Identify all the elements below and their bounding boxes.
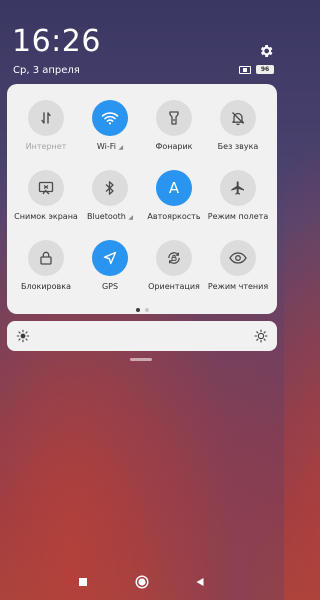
- tile-screenshot[interactable]: Снимок экрана: [11, 170, 81, 221]
- tile-internet-button[interactable]: [28, 100, 64, 136]
- tile-bluetooth-label: Bluetooth ◢: [87, 212, 133, 221]
- tile-bluetooth-button[interactable]: [92, 170, 128, 206]
- screenshot-icon: [38, 181, 54, 195]
- page-dot-1[interactable]: [135, 308, 140, 312]
- home-circle-icon: [135, 575, 149, 589]
- tile-auto-brightness[interactable]: A Автояркость: [139, 170, 209, 221]
- tile-flashlight[interactable]: Фонарик: [139, 100, 209, 151]
- square-icon: [79, 578, 87, 586]
- tile-flashlight-label: Фонарик: [155, 142, 193, 151]
- auto-brightness-icon: A: [168, 179, 180, 197]
- tile-orientation-button[interactable]: [156, 240, 192, 276]
- tile-airplane-label: Режим полета: [207, 212, 269, 221]
- brightness-slider[interactable]: [7, 321, 277, 351]
- lock-icon: [40, 251, 52, 265]
- bell-off-icon: [232, 112, 244, 126]
- tile-flashlight-button[interactable]: [156, 100, 192, 136]
- tile-airplane-button[interactable]: [220, 170, 256, 206]
- clock: 16:26: [12, 24, 101, 59]
- back-triangle-icon: [196, 578, 204, 586]
- tile-reading-mode-button[interactable]: [220, 240, 256, 276]
- flashlight-icon: [169, 111, 179, 125]
- status-icons: 96: [239, 65, 274, 74]
- back-button[interactable]: [192, 574, 208, 590]
- bluetooth-icon: [105, 181, 114, 195]
- tile-wifi-label: Wi-Fi ◢: [97, 142, 123, 151]
- tile-lock-label: Блокировка: [21, 282, 71, 291]
- tile-wifi-button[interactable]: [92, 100, 128, 136]
- tile-screenshot-label: Снимок экрана: [14, 212, 78, 221]
- location-icon: [103, 251, 117, 265]
- tile-gps-label: GPS: [101, 282, 119, 291]
- signal-strength-icon: ◢: [128, 214, 133, 221]
- tile-screenshot-button[interactable]: [28, 170, 64, 206]
- panel-drag-handle[interactable]: [130, 358, 152, 361]
- tile-reading-mode-label: Режим чтения: [207, 282, 269, 291]
- tile-airplane[interactable]: Режим полета: [203, 170, 273, 221]
- tile-silent[interactable]: Без звука: [203, 100, 273, 151]
- tile-bluetooth[interactable]: Bluetooth ◢: [75, 170, 145, 221]
- tile-lock[interactable]: Блокировка: [11, 240, 81, 291]
- recents-button[interactable]: [75, 574, 91, 590]
- page-indicator: [7, 308, 277, 312]
- quick-settings-panel: Интернет Wi-Fi ◢ Фонарик Без звука Снимо…: [7, 84, 277, 314]
- tile-gps[interactable]: GPS: [75, 240, 145, 291]
- signal-strength-icon: ◢: [118, 144, 124, 151]
- sim-card-icon: [239, 65, 251, 74]
- tile-bluetooth-label-text: Bluetooth: [86, 212, 126, 221]
- page-dot-2[interactable]: [144, 308, 149, 312]
- mobile-data-icon: [41, 112, 51, 124]
- date: Ср, 3 апреля: [13, 65, 80, 76]
- navigation-bar: [0, 574, 284, 590]
- home-button[interactable]: [134, 574, 150, 590]
- tile-silent-button[interactable]: [220, 100, 256, 136]
- tile-orientation[interactable]: Ориентация: [139, 240, 209, 291]
- battery-indicator: 96: [256, 65, 274, 74]
- tile-internet-label: Интернет: [25, 142, 67, 151]
- rotation-lock-icon: [168, 252, 180, 264]
- wifi-icon: [101, 112, 119, 125]
- tile-auto-brightness-button[interactable]: A: [156, 170, 192, 206]
- tile-internet[interactable]: Интернет: [11, 100, 81, 151]
- eye-icon: [229, 252, 247, 264]
- tile-wifi[interactable]: Wi-Fi ◢: [75, 100, 145, 151]
- gear-icon[interactable]: [258, 43, 274, 59]
- tile-orientation-label: Ориентация: [148, 282, 200, 291]
- tile-reading-mode[interactable]: Режим чтения: [203, 240, 273, 291]
- tile-lock-button[interactable]: [28, 240, 64, 276]
- tile-auto-brightness-label: Автояркость: [147, 212, 201, 221]
- tile-silent-label: Без звука: [217, 142, 259, 151]
- brightness-low-icon: [16, 329, 30, 343]
- tile-wifi-label-text: Wi-Fi: [96, 142, 116, 151]
- brightness-high-icon: [254, 329, 268, 343]
- tile-gps-button[interactable]: [92, 240, 128, 276]
- airplane-icon: [231, 181, 244, 195]
